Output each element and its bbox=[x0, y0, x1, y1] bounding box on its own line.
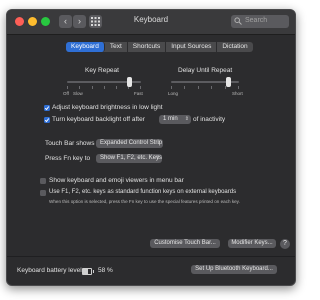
slider-tick bbox=[67, 86, 68, 89]
question-mark-icon: ? bbox=[283, 240, 287, 247]
backlight-off-checkbox[interactable] bbox=[44, 117, 50, 123]
modifier-keys-button[interactable]: Modifier Keys... bbox=[228, 239, 276, 248]
chevron-up-down-icon: ⇕ bbox=[156, 140, 161, 146]
help-button[interactable]: ? bbox=[280, 239, 290, 249]
delay-until-repeat-slider-thumb[interactable] bbox=[225, 77, 231, 87]
search-placeholder: Search bbox=[245, 17, 268, 24]
slider-tick bbox=[92, 86, 93, 89]
slider-tick bbox=[79, 86, 80, 89]
inactivity-duration-popup[interactable]: 1 min ⇕ bbox=[159, 115, 191, 124]
battery-icon bbox=[82, 268, 94, 275]
adjust-brightness-label: Adjust keyboard brightness in low light bbox=[52, 104, 163, 111]
battery-fill bbox=[83, 269, 88, 274]
key-repeat-label: Key Repeat bbox=[85, 67, 119, 74]
tab-keyboard[interactable]: Keyboard bbox=[66, 42, 105, 52]
tab-text[interactable]: Text bbox=[105, 42, 128, 52]
title-bar: ‹ › Keyboard Search bbox=[7, 10, 295, 35]
tab-shortcuts[interactable]: Shortcuts bbox=[128, 42, 167, 52]
tab-dictation[interactable]: Dictation bbox=[217, 42, 252, 52]
key-repeat-slow-label: Slow bbox=[73, 91, 83, 96]
key-repeat-off-label: Off bbox=[63, 91, 69, 96]
tab-input-sources[interactable]: Input Sources bbox=[166, 42, 218, 52]
inactivity-suffix-label: of inactivity bbox=[193, 116, 226, 123]
chevron-up-down-icon: ⇕ bbox=[184, 116, 189, 122]
delay-long-label: Long bbox=[168, 91, 179, 96]
slider-tick bbox=[184, 86, 185, 89]
delay-until-repeat-label: Delay Until Repeat bbox=[178, 67, 233, 74]
checkmark-icon bbox=[44, 106, 50, 111]
search-input[interactable]: Search bbox=[231, 15, 289, 28]
inactivity-duration-value: 1 min bbox=[163, 116, 178, 122]
touch-bar-shows-value: Expanded Control Strip bbox=[100, 140, 163, 146]
slider-tick bbox=[211, 86, 212, 89]
battery-level-value: 58 % bbox=[98, 267, 113, 274]
set-up-bluetooth-keyboard-button[interactable]: Set Up Bluetooth Keyboard... bbox=[191, 265, 277, 274]
chevron-up-down-icon: ⇕ bbox=[155, 155, 160, 161]
search-icon bbox=[234, 17, 242, 25]
touch-bar-shows-popup[interactable]: Expanded Control Strip ⇕ bbox=[96, 139, 163, 148]
battery-level-label: Keyboard battery level: bbox=[17, 267, 84, 274]
checkmark-icon bbox=[44, 118, 50, 123]
slider-tick bbox=[116, 86, 117, 89]
delay-short-label: Short bbox=[232, 91, 243, 96]
slider-tick bbox=[198, 86, 199, 89]
show-viewers-checkbox[interactable] bbox=[40, 178, 46, 184]
function-keys-checkbox[interactable] bbox=[40, 190, 46, 196]
press-fn-popup[interactable]: Show F1, F2, etc. Keys ⇕ bbox=[96, 154, 162, 163]
press-fn-label: Press Fn key to bbox=[45, 155, 91, 162]
backlight-off-label: Turn keyboard backlight off after bbox=[52, 116, 145, 123]
function-keys-note: When this option is selected, press the … bbox=[49, 199, 240, 204]
tab-bar: Keyboard Text Shortcuts Input Sources Di… bbox=[66, 42, 253, 52]
slider-tick bbox=[104, 86, 105, 89]
touch-bar-shows-label: Touch Bar shows bbox=[45, 140, 95, 147]
adjust-brightness-checkbox[interactable] bbox=[44, 105, 50, 111]
slider-tick bbox=[171, 86, 172, 89]
key-repeat-fast-label: Fast bbox=[134, 91, 143, 96]
show-viewers-label: Show keyboard and emoji viewers in menu … bbox=[49, 177, 184, 184]
keyboard-preferences-window: ‹ › Keyboard Search Keyboard Text Shortc… bbox=[6, 9, 296, 286]
key-repeat-slider-thumb[interactable] bbox=[126, 77, 132, 87]
press-fn-value: Show F1, F2, etc. Keys bbox=[100, 155, 163, 161]
slider-tick bbox=[238, 86, 239, 89]
customise-touch-bar-button[interactable]: Customise Touch Bar... bbox=[150, 239, 220, 248]
footer-divider bbox=[7, 256, 295, 257]
function-keys-label: Use F1, F2, etc. keys as standard functi… bbox=[49, 189, 237, 195]
slider-tick bbox=[140, 86, 141, 89]
battery-nub bbox=[93, 270, 94, 273]
